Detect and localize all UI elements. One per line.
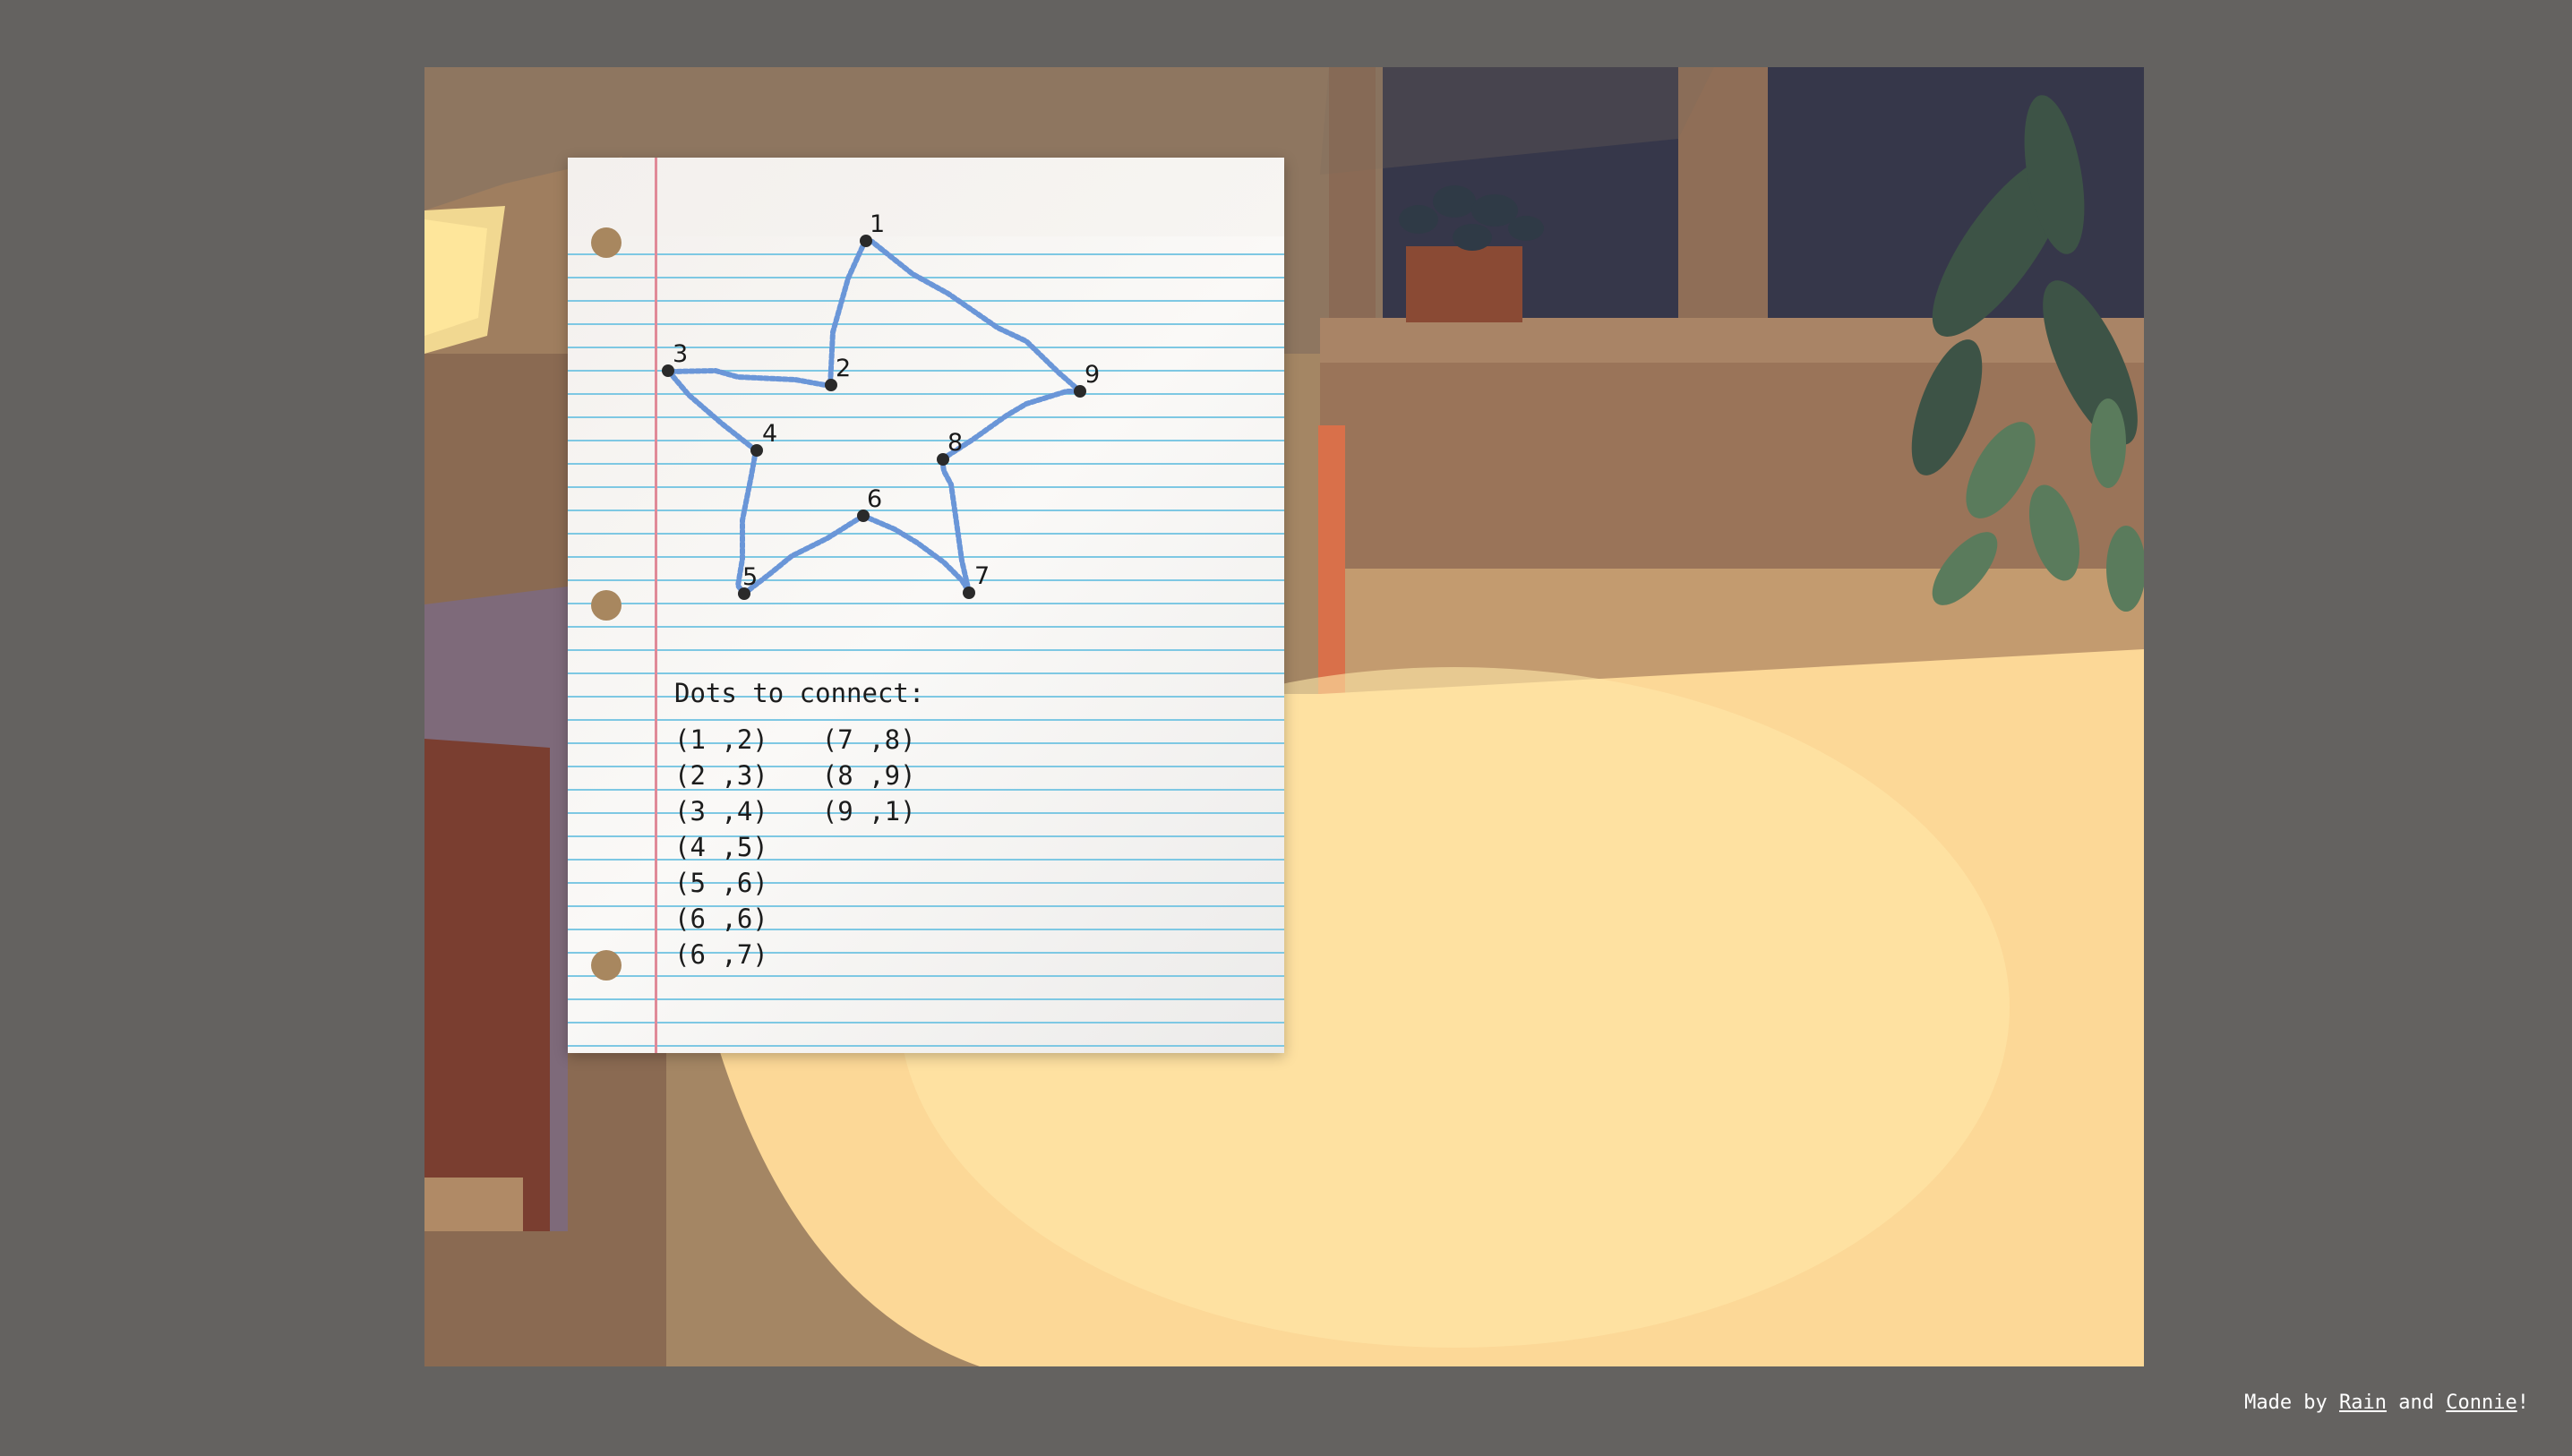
notebook-paper: 123456789 Dots to connect: (1 ,2) (2 ,3)(… [568,158,1284,1053]
pair-item: (2 ,3) [674,760,768,791]
game-scene: 123456789 Dots to connect: (1 ,2) (2 ,3)(… [424,67,2144,1366]
dot-label-2: 2 [836,355,851,382]
pair-item: (6 ,6) [674,904,768,934]
dot-label-7: 7 [974,562,990,590]
pair-item: (1 ,2) [674,724,768,755]
dot-label-4: 4 [762,420,777,448]
pair-column-2: (7 ,8) (8 ,9) (9 ,1) [822,722,916,972]
pair-item: (7 ,8) [821,724,916,755]
dot-4[interactable] [750,444,763,457]
line-5-6 [742,513,866,596]
pair-item: (8 ,9) [821,760,916,791]
pair-item: (4 ,5) [674,832,768,862]
instructions-title: Dots to connect: [674,678,925,708]
pair-item: (9 ,1) [821,796,916,826]
dots-layer: 1 2 3 4 5 6 7 8 9 [662,210,1100,600]
pair-item: (3 ,4) [674,796,768,826]
dot-label-6: 6 [867,485,882,513]
instructions: Dots to connect: (1 ,2) (2 ,3) (3 ,4) (4 ,5… [674,675,924,972]
pair-item: (5 ,6) [674,868,768,898]
dot-label-5: 5 [742,563,758,591]
dot-label-9: 9 [1085,361,1100,389]
line-3-4 [666,369,759,453]
pair-item: (6 ,7) [674,939,768,970]
pair-list: (1 ,2) (2 ,3) (3 ,4) (4 ,5) (5 ,6) (6 ,6) (6 ,… [674,722,924,972]
dot-label-3: 3 [673,340,688,368]
author-link-connie[interactable]: Connie [2446,1392,2516,1414]
author-link-rain[interactable]: Rain [2339,1392,2387,1414]
dot-label-1: 1 [870,210,885,238]
pair-column-1: (1 ,2) (2 ,3) (3 ,4) (4 ,5) (5 ,6) (6 ,6) (6 ,… [674,722,768,972]
line-9-1 [870,239,1083,394]
credit-line: Made by Rain and Connie! [2244,1392,2529,1414]
line-2-3 [666,367,833,389]
dot-label-8: 8 [947,429,963,457]
line-6-7 [861,513,972,595]
dot-7[interactable] [963,587,975,599]
